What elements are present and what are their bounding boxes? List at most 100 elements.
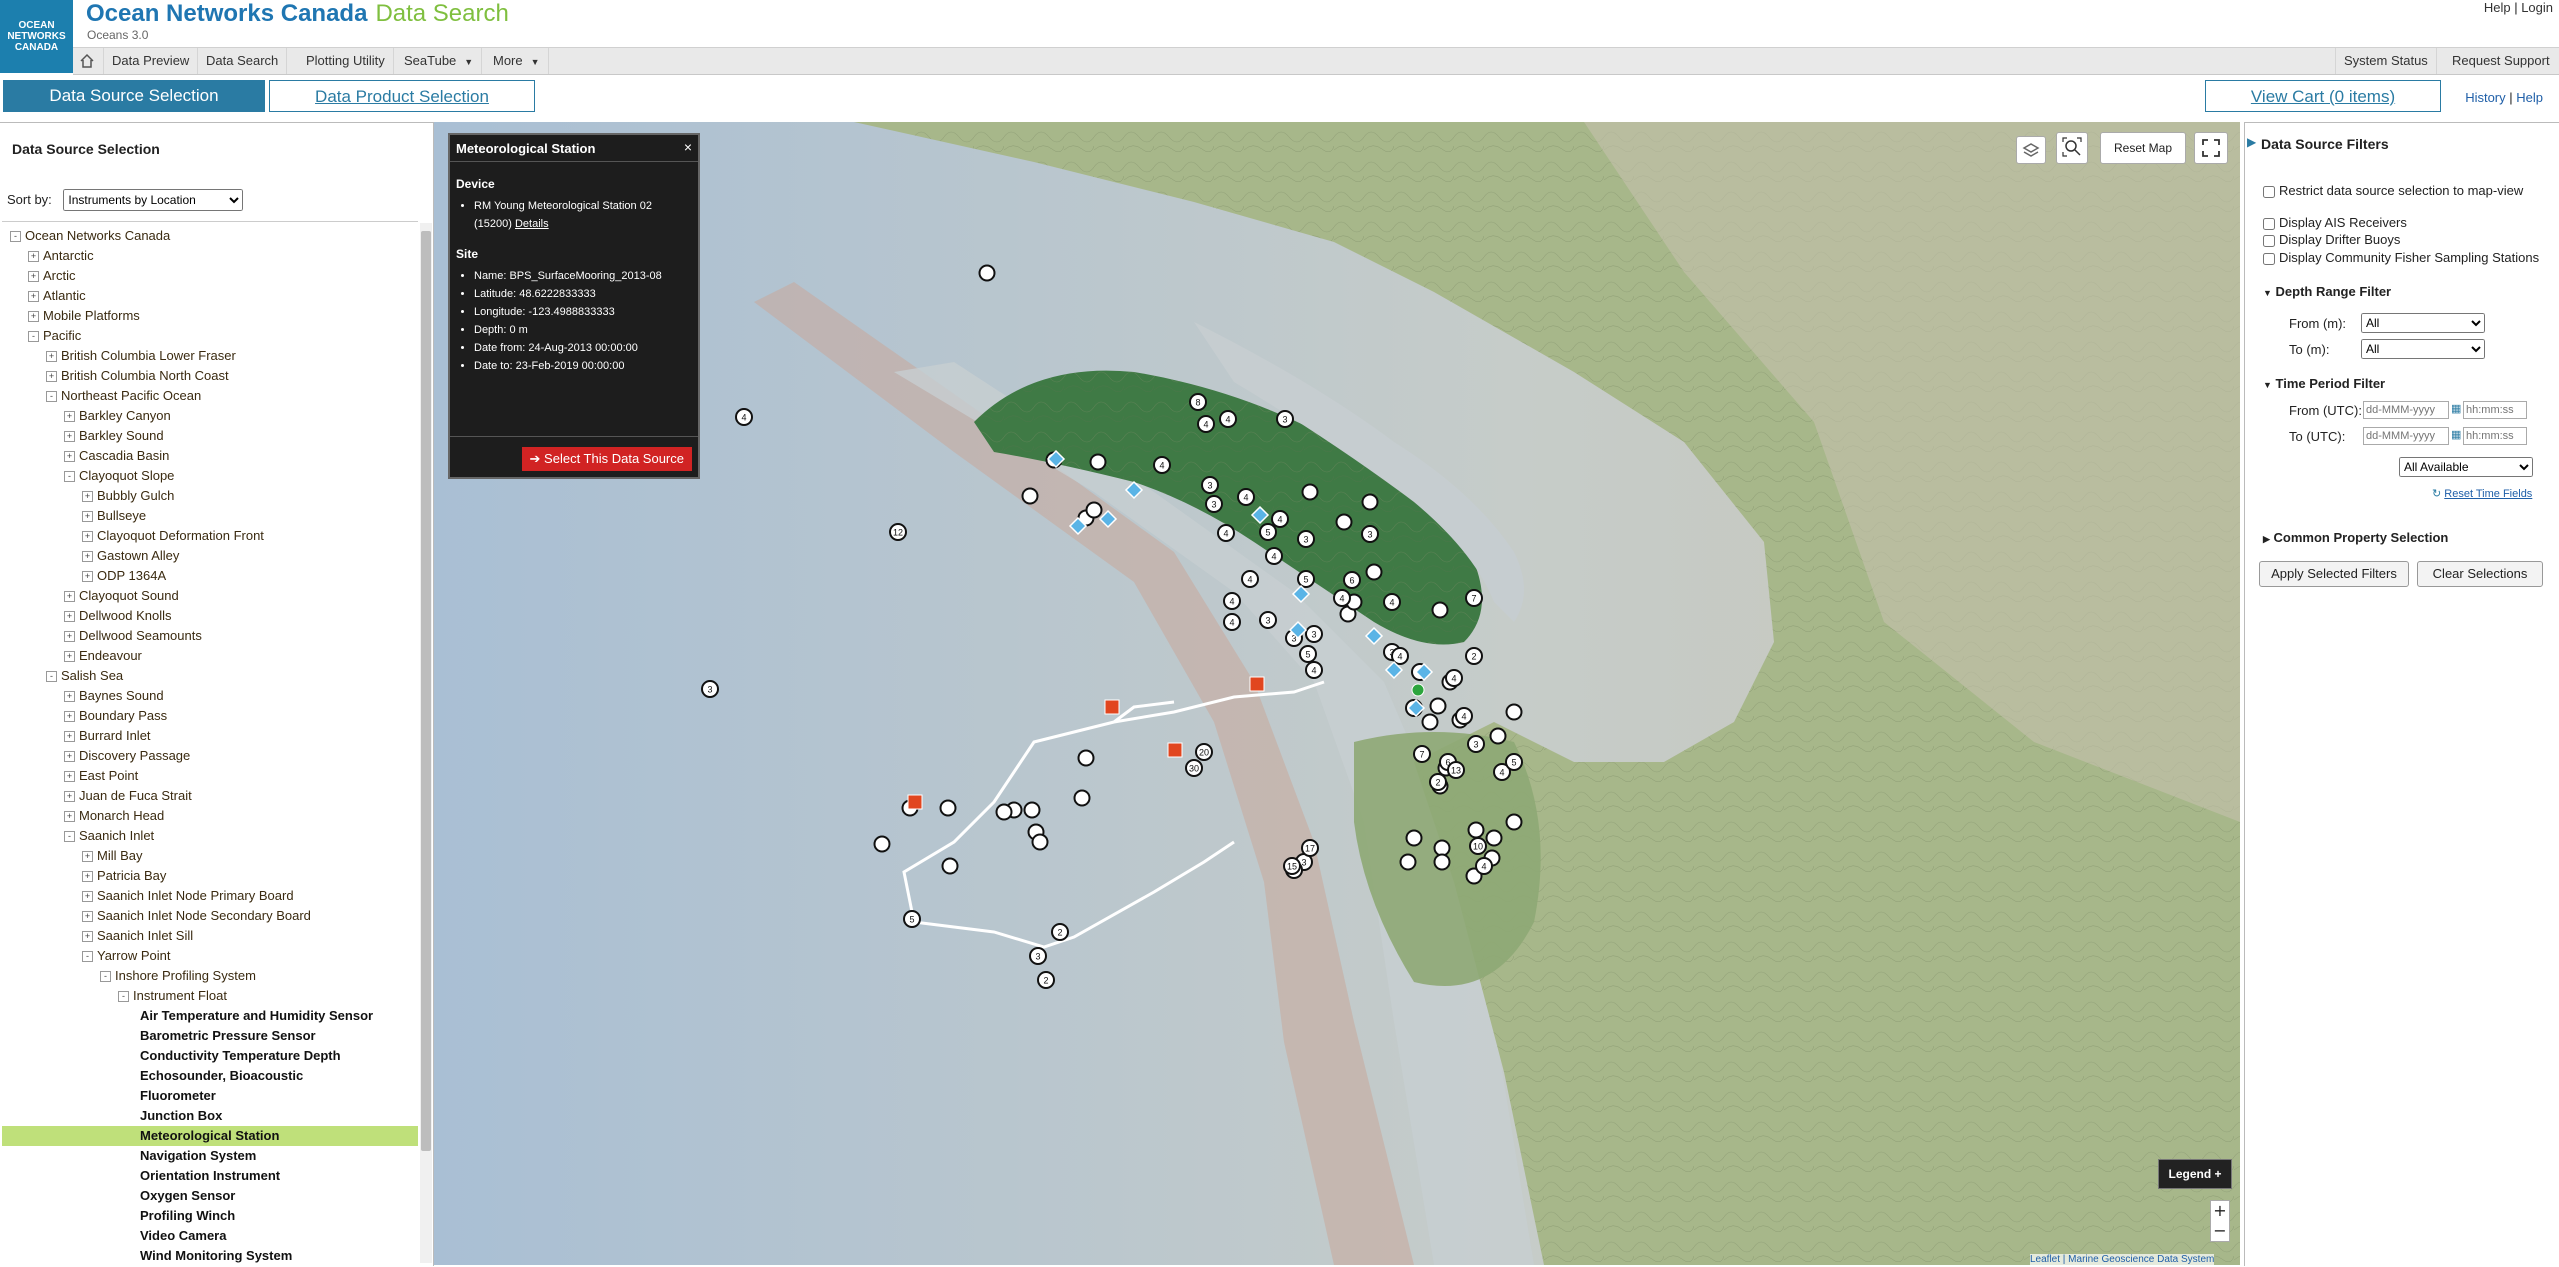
collapse-icon[interactable]: -	[10, 231, 21, 243]
tree-node[interactable]: + Mobile Platforms	[2, 306, 418, 326]
station-marker[interactable]	[873, 835, 891, 853]
nav-data-search[interactable]: Data Search	[198, 48, 288, 74]
zoom-in-button[interactable]: +	[2211, 1201, 2229, 1221]
station-marker[interactable]	[1361, 493, 1379, 511]
station-marker[interactable]	[941, 857, 959, 875]
station-marker[interactable]	[1421, 713, 1439, 731]
expand-icon[interactable]: +	[28, 271, 39, 283]
tree-node[interactable]: + Barkley Sound	[2, 426, 418, 446]
availability-select[interactable]: All Available	[2399, 457, 2533, 477]
collapse-icon[interactable]: -	[118, 991, 129, 1003]
checkbox-input[interactable]	[2263, 185, 2275, 198]
restrict-map-view-checkbox[interactable]: Restrict data source selection to map-vi…	[2263, 183, 2523, 198]
checkbox-input[interactable]	[2263, 234, 2275, 247]
close-icon[interactable]: ×	[684, 139, 692, 155]
station-marker[interactable]	[939, 799, 957, 817]
tree-node[interactable]: + East Point	[2, 766, 418, 786]
station-marker[interactable]	[1429, 697, 1447, 715]
selected-station-marker[interactable]	[1411, 683, 1425, 697]
station-marker[interactable]	[1089, 453, 1107, 471]
clear-selections-button[interactable]: Clear Selections	[2417, 561, 2543, 587]
station-marker[interactable]	[1073, 789, 1091, 807]
expand-icon[interactable]: +	[64, 631, 75, 643]
expand-icon[interactable]: +	[64, 791, 75, 803]
expand-icon[interactable]: +	[64, 811, 75, 823]
expand-icon[interactable]: +	[64, 771, 75, 783]
tree-node[interactable]: + Discovery Passage	[2, 746, 418, 766]
nav-system-status[interactable]: System Status	[2335, 48, 2437, 74]
expand-icon[interactable]: +	[64, 751, 75, 763]
station-marker[interactable]	[978, 264, 996, 282]
tree-leaf-item[interactable]: Profiling Winch	[2, 1206, 418, 1226]
map-canvas[interactable]: 4123584434334445434543433645434734254346…	[434, 122, 2240, 1265]
fullscreen-button[interactable]	[2194, 132, 2228, 164]
calendar-icon[interactable]: ▦	[2451, 402, 2461, 415]
expand-icon[interactable]: +	[64, 451, 75, 463]
legend-button[interactable]: Legend +	[2158, 1159, 2232, 1189]
collapse-icon[interactable]: -	[64, 471, 75, 483]
view-cart-button[interactable]: View Cart (0 items)	[2205, 80, 2441, 112]
station-marker[interactable]	[1023, 801, 1041, 819]
station-marker[interactable]	[1467, 821, 1485, 839]
tree-leaf-item[interactable]: Conductivity Temperature Depth	[2, 1046, 418, 1066]
tree-node[interactable]: - Inshore Profiling System	[2, 966, 418, 986]
tree-node[interactable]: + Endeavour	[2, 646, 418, 666]
tree-leaf-item[interactable]: Air Temperature and Humidity Sensor	[2, 1006, 418, 1026]
expand-icon[interactable]: +	[82, 511, 93, 523]
common-property-heading[interactable]: ▶ Common Property Selection	[2263, 530, 2448, 545]
zoom-extent-button[interactable]	[2056, 132, 2088, 164]
station-marker[interactable]	[1085, 501, 1103, 519]
tree-node[interactable]: - Instrument Float	[2, 986, 418, 1006]
expand-icon[interactable]: +	[82, 851, 93, 863]
collapse-icon[interactable]: -	[46, 671, 57, 683]
tree-node[interactable]: + Cascadia Basin	[2, 446, 418, 466]
zoom-out-button[interactable]: −	[2211, 1221, 2229, 1241]
tree-node[interactable]: - Clayoquot Slope	[2, 466, 418, 486]
time-period-heading[interactable]: ▼ Time Period Filter	[2263, 376, 2385, 391]
node-marker[interactable]	[1104, 699, 1120, 715]
tree-node[interactable]: + Bullseye	[2, 506, 418, 526]
sort-select[interactable]: Instruments by Location	[63, 189, 244, 211]
depth-range-heading[interactable]: ▼ Depth Range Filter	[2263, 284, 2391, 299]
expand-icon[interactable]: +	[64, 691, 75, 703]
tree-node[interactable]: + Saanich Inlet Node Secondary Board	[2, 906, 418, 926]
station-marker[interactable]	[1505, 703, 1523, 721]
collapse-icon[interactable]: -	[82, 951, 93, 963]
tree-node[interactable]: + Saanich Inlet Sill	[2, 926, 418, 946]
tree-node[interactable]: + Clayoquot Deformation Front	[2, 526, 418, 546]
expand-icon[interactable]: +	[64, 731, 75, 743]
tree-node[interactable]: + Dellwood Knolls	[2, 606, 418, 626]
tree-node[interactable]: + British Columbia North Coast	[2, 366, 418, 386]
tree-node[interactable]: - Northeast Pacific Ocean	[2, 386, 418, 406]
ais-receivers-checkbox[interactable]: Display AIS Receivers	[2263, 215, 2407, 230]
tree-node[interactable]: + Barkley Canyon	[2, 406, 418, 426]
tree-node[interactable]: - Ocean Networks Canada	[2, 226, 418, 246]
tree-leaf-item[interactable]: Meteorological Station	[2, 1126, 418, 1146]
station-marker[interactable]	[1399, 853, 1417, 871]
tree-node[interactable]: + Patricia Bay	[2, 866, 418, 886]
collapse-icon[interactable]: -	[64, 831, 75, 843]
tree-node[interactable]: + Burrard Inlet	[2, 726, 418, 746]
station-marker[interactable]	[995, 803, 1013, 821]
tree-node[interactable]: - Salish Sea	[2, 666, 418, 686]
expand-icon[interactable]: +	[82, 571, 93, 583]
login-link[interactable]: Login	[2521, 0, 2553, 15]
tab-data-product-selection[interactable]: Data Product Selection	[269, 80, 535, 112]
checkbox-input[interactable]	[2263, 252, 2275, 265]
expand-icon[interactable]: +	[64, 591, 75, 603]
expand-icon[interactable]: +	[64, 431, 75, 443]
expand-icon[interactable]: +	[64, 711, 75, 723]
tree-node[interactable]: + Juan de Fuca Strait	[2, 786, 418, 806]
tree-node[interactable]: + Monarch Head	[2, 806, 418, 826]
tree-node[interactable]: - Yarrow Point	[2, 946, 418, 966]
tree-scrollbar-thumb[interactable]	[421, 231, 431, 1151]
tree-node[interactable]: + Boundary Pass	[2, 706, 418, 726]
expand-icon[interactable]: +	[28, 251, 39, 263]
expand-icon[interactable]: +	[64, 611, 75, 623]
tree-node[interactable]: + Bubbly Gulch	[2, 486, 418, 506]
station-marker[interactable]	[1485, 829, 1503, 847]
tree-node[interactable]: + Dellwood Seamounts	[2, 626, 418, 646]
station-marker[interactable]	[1335, 513, 1353, 531]
nav-data-preview[interactable]: Data Preview	[104, 48, 199, 74]
expand-icon[interactable]: +	[82, 891, 93, 903]
